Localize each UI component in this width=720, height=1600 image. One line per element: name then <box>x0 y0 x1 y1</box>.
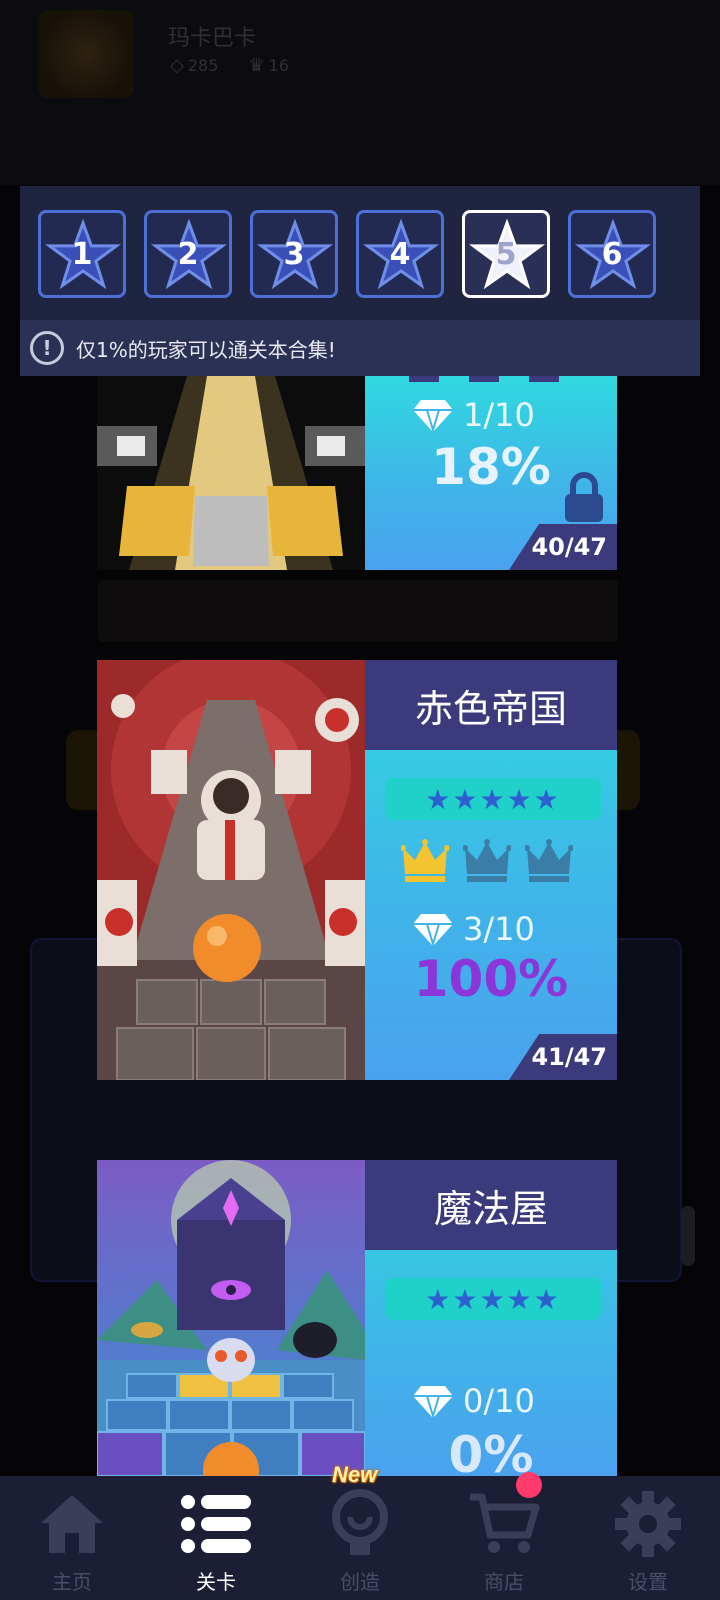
home-icon <box>32 1486 112 1562</box>
nav-home[interactable]: 主页 <box>0 1476 144 1600</box>
completion-percent: 100% <box>413 950 569 1008</box>
crown-rating <box>401 838 573 884</box>
collection-notice: ! 仅1%的玩家可以通关本合集! <box>20 320 700 376</box>
diamond-icon <box>413 914 453 946</box>
nav-shop[interactable]: 商店 <box>432 1472 576 1600</box>
crown-count: ♛ 16 <box>248 55 289 76</box>
background-element <box>98 580 618 642</box>
level-card[interactable]: 赤色帝国 ★★★★★ 3/10 100% 41/47 <box>97 660 619 1080</box>
nav-levels[interactable]: 关卡 <box>144 1476 288 1600</box>
level-card[interactable]: 1/10 18% 40/47 <box>97 376 619 570</box>
progress-tag: 40/47 <box>509 524 617 570</box>
nav-create[interactable]: New 创造 <box>288 1462 432 1600</box>
diamond-icon <box>413 400 453 432</box>
notice-text: 仅1%的玩家可以通关本合集! <box>76 337 336 362</box>
level-thumbnail <box>97 660 365 1080</box>
crown-icon <box>463 839 511 882</box>
crown-icon <box>401 839 449 882</box>
info-icon: ! <box>30 331 64 365</box>
collection-selector-panel: 1 2 3 4 5 6 ! 仅1%的玩家可以通关本合集! <box>20 186 700 376</box>
collection-tab-2[interactable]: 2 <box>144 210 232 298</box>
collection-tab-1[interactable]: 1 <box>38 210 126 298</box>
list-icon <box>176 1486 256 1562</box>
gem-progress: 3/10 <box>413 910 535 948</box>
profile-stats: ◇ 285 ♛ 16 <box>170 55 289 76</box>
background-header: 玛卡巴卡 ◇ 285 ♛ 16 <box>0 0 720 185</box>
crown-icon: ♛ <box>248 55 265 76</box>
gem-progress: 0/10 <box>413 1382 535 1420</box>
level-thumbnail <box>97 1160 365 1476</box>
new-badge: New <box>332 1462 378 1487</box>
completion-percent: 0% <box>448 1426 534 1476</box>
level-card[interactable]: 魔法屋 ★★★★★ 0/10 0% <box>97 1160 619 1476</box>
level-info: 1/10 18% 40/47 <box>365 376 617 570</box>
diamond-icon <box>413 1386 453 1418</box>
star-rating: ★★★★★ <box>385 778 601 820</box>
lock-icon <box>565 472 603 522</box>
bottom-nav: 主页 关卡 New 创造 商店 设置 <box>0 1462 720 1600</box>
notification-dot <box>516 1472 542 1498</box>
gear-icon <box>608 1486 688 1562</box>
level-title: 赤色帝国 <box>365 660 617 750</box>
collection-tab-3[interactable]: 3 <box>250 210 338 298</box>
collection-tab-6[interactable]: 6 <box>568 210 656 298</box>
collection-tab-4[interactable]: 4 <box>356 210 444 298</box>
profile-name: 玛卡巴卡 <box>168 26 257 51</box>
gem-icon: ◇ <box>170 55 184 76</box>
gem-count: ◇ 285 <box>170 55 219 76</box>
star-rating: ★★★★★ <box>385 1278 601 1320</box>
avatar <box>38 10 134 98</box>
level-info: 赤色帝国 ★★★★★ 3/10 100% 41/47 <box>365 660 617 1080</box>
scrollbar[interactable] <box>681 1206 695 1266</box>
level-info: 魔法屋 ★★★★★ 0/10 0% <box>365 1160 617 1476</box>
collection-tabs-bar: 1 2 3 4 5 6 <box>20 186 700 320</box>
level-title: 魔法屋 <box>365 1160 617 1250</box>
level-thumbnail <box>97 376 365 570</box>
gem-progress: 1/10 <box>413 396 535 434</box>
progress-tag: 41/47 <box>509 1034 617 1080</box>
lightbulb-icon <box>320 1486 400 1562</box>
nav-settings[interactable]: 设置 <box>576 1476 720 1600</box>
collection-tab-5[interactable]: 5 <box>462 210 550 298</box>
crown-icon <box>525 839 573 882</box>
